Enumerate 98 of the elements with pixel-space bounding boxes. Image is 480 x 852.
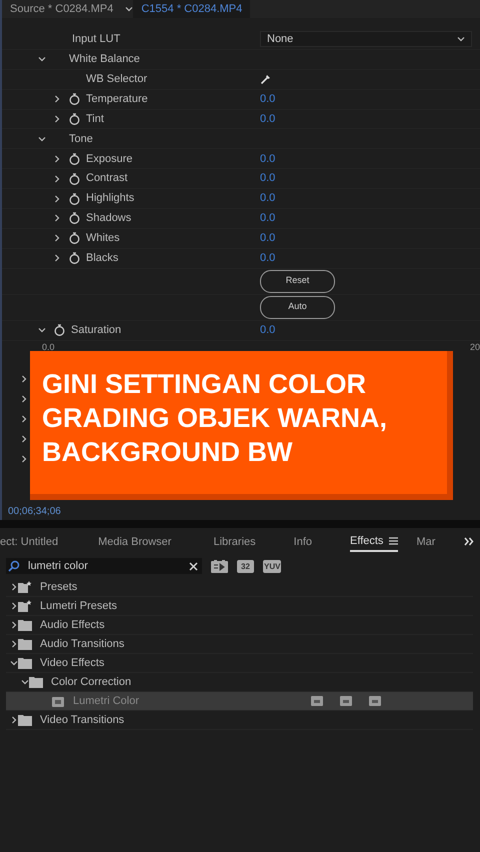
close-icon[interactable] (189, 562, 198, 570)
chevron-down-icon[interactable] (21, 678, 29, 686)
folder-icon (29, 676, 43, 688)
property-label: Saturation (71, 322, 122, 338)
preset-folder-icon (18, 581, 32, 593)
slider-min-label: 0.0 (42, 340, 55, 354)
search-field[interactable]: lumetri color (28, 558, 178, 574)
action-button[interactable]: Auto (260, 296, 335, 319)
property-label: Highlights (86, 191, 134, 206)
stopwatch-icon[interactable] (69, 113, 80, 125)
chevron-down-icon[interactable] (38, 55, 46, 64)
filter-badge[interactable]: YUV (263, 560, 282, 572)
chevron-right-icon[interactable] (53, 115, 61, 123)
slider-max-label: 20 (470, 340, 480, 354)
tree-item-label[interactable]: Color Correction (51, 674, 132, 690)
chevron-right-icon[interactable] (10, 621, 18, 629)
action-button[interactable]: Reset (260, 270, 335, 293)
stopwatch-icon[interactable] (54, 324, 65, 336)
panel-tab[interactable]: ect: Untitled (0, 532, 58, 552)
value-field[interactable]: 0.0 (260, 322, 276, 338)
chevron-right-icon[interactable] (20, 434, 28, 443)
chevron-right-icon[interactable] (10, 716, 18, 724)
chevron-right-icon[interactable] (20, 374, 28, 383)
value-field[interactable]: 0.0 (260, 250, 276, 266)
chevron-right-icon[interactable] (20, 454, 28, 463)
folder-icon (18, 657, 32, 669)
chevron-right-icon[interactable] (20, 414, 28, 423)
filter-badge[interactable]: 32 (237, 560, 254, 572)
folder-icon (18, 714, 32, 726)
stopwatch-icon[interactable] (69, 252, 80, 264)
chevron-right-icon[interactable] (53, 174, 61, 183)
search-bar[interactable]: lumetri color (6, 558, 202, 574)
filter-badge-icon (340, 696, 352, 706)
chevron-right-icon[interactable] (53, 254, 61, 262)
panel-tab[interactable]: Effects (350, 532, 398, 552)
source-tab[interactable]: C1554 * C0284.MP4 (133, 0, 250, 18)
chevron-right-icon[interactable] (20, 394, 28, 403)
tree-item-label[interactable]: Audio Effects (40, 616, 105, 634)
source-tab[interactable]: Source * C0284.MP4 (2, 0, 122, 18)
tree-item-label[interactable]: Lumetri Presets (40, 598, 118, 614)
effect-icon (52, 696, 64, 706)
overflow-chevrons-icon[interactable] (464, 537, 474, 546)
chevron-right-icon[interactable] (53, 194, 61, 203)
tree-item-label[interactable]: Presets (40, 578, 78, 596)
filter-badge-icon (369, 696, 381, 706)
caption-text: GINI SETTINGAN COLOR GRADING OBJEK WARNA, BACKGROUND BW (42, 368, 388, 469)
folder-icon (18, 619, 32, 631)
timecode: 00;06;34;06 (8, 505, 61, 519)
panel-tab[interactable]: Media Browser (98, 532, 172, 552)
value-field[interactable]: 0.0 (260, 210, 276, 227)
property-label: Tone (69, 132, 93, 147)
property-label: Blacks (86, 250, 118, 266)
accelerated-effects-filter-icon[interactable] (211, 560, 228, 572)
chevron-down-icon[interactable] (38, 134, 46, 143)
eyedropper-icon[interactable] (260, 73, 272, 86)
folder-icon (18, 638, 32, 650)
value-field[interactable]: 0.0 (260, 190, 276, 207)
value-field[interactable]: 0.0 (260, 110, 276, 128)
stopwatch-icon[interactable] (69, 212, 80, 224)
property-label: Tint (86, 112, 104, 127)
value-field[interactable]: 0.0 (260, 230, 276, 247)
chevron-right-icon[interactable] (10, 640, 18, 648)
panel-tab[interactable]: Mar (416, 532, 436, 552)
preset-folder-icon (18, 600, 32, 612)
chevron-right-icon[interactable] (53, 234, 61, 242)
tree-item-label[interactable]: Video Effects (40, 654, 104, 672)
chevron-right-icon[interactable] (10, 583, 18, 591)
chevron-down-icon[interactable] (38, 326, 46, 334)
property-label: White Balance (69, 52, 140, 68)
property-label: Exposure (86, 152, 132, 167)
value-field[interactable]: 0.0 (260, 150, 276, 168)
value-field[interactable]: 0.0 (260, 90, 276, 108)
stopwatch-icon[interactable] (69, 172, 80, 185)
value-field[interactable]: 0.0 (260, 170, 276, 187)
stopwatch-icon[interactable] (69, 232, 80, 244)
panel-tab[interactable]: Libraries (213, 532, 256, 552)
chevron-down-icon[interactable] (10, 659, 18, 667)
property-label: Shadows (86, 211, 132, 226)
tree-item-label[interactable]: Video Transitions (40, 712, 124, 728)
effect-row[interactable]: Lumetri Color (6, 692, 473, 711)
property-label: Whites (86, 231, 120, 246)
chevron-right-icon[interactable] (53, 154, 61, 163)
menu-icon[interactable] (389, 537, 398, 545)
lut-dropdown[interactable]: None (260, 31, 472, 48)
stopwatch-icon[interactable] (69, 192, 80, 205)
property-label: Temperature (86, 92, 148, 107)
chevron-right-icon[interactable] (53, 214, 61, 222)
filter-badge-icon (311, 696, 323, 706)
tree-item-label[interactable]: Audio Transitions (40, 636, 124, 652)
stopwatch-icon[interactable] (69, 152, 80, 165)
chevron-right-icon[interactable] (53, 95, 61, 104)
property-label: WB Selector (86, 72, 148, 87)
panel-tab[interactable]: Info (294, 532, 312, 552)
property-label: Input LUT (72, 32, 120, 48)
search-icon (8, 560, 20, 572)
stopwatch-icon[interactable] (69, 93, 80, 106)
chevron-right-icon[interactable] (10, 602, 18, 610)
property-label: Contrast (86, 171, 128, 186)
